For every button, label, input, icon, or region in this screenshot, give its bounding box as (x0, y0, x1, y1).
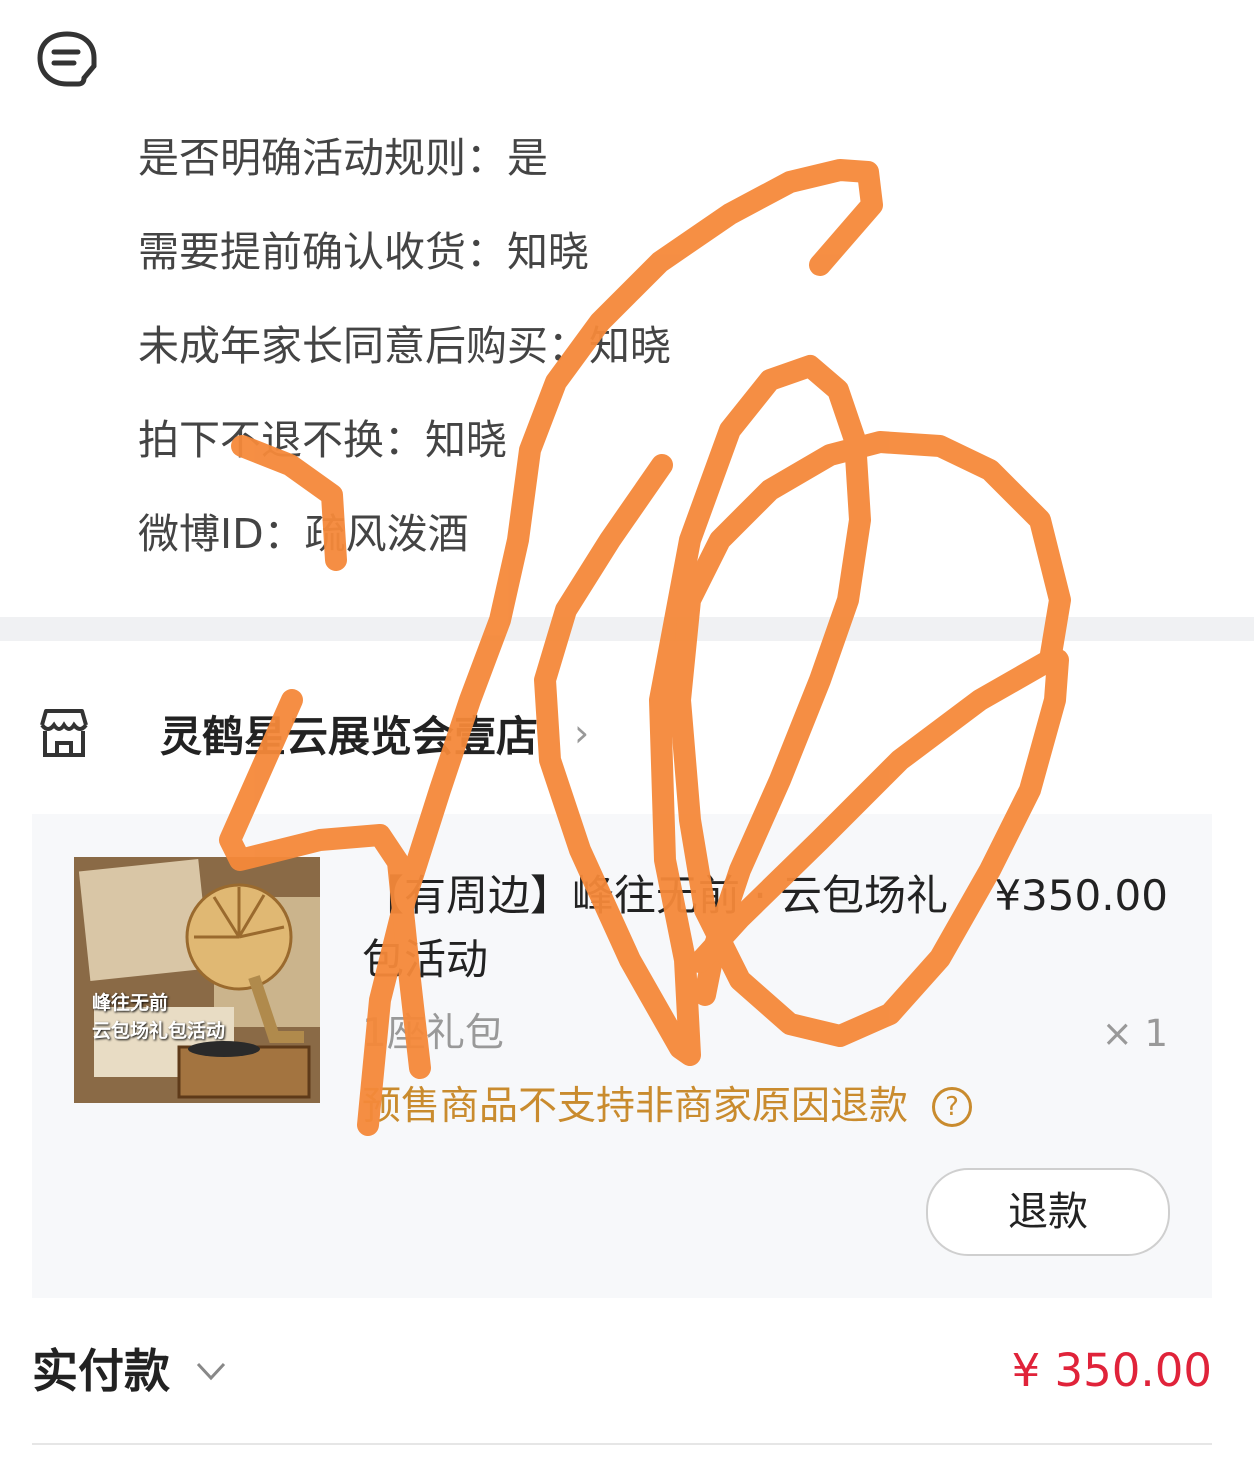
gramophone-image (74, 857, 320, 1103)
refund-policy-text: 预售商品不支持非商家原因退款 (362, 1084, 909, 1129)
product-price: ¥350.00 (994, 871, 1168, 920)
shop-icon (40, 709, 88, 757)
shop-header[interactable]: 灵鹤星云展览会壹店 › (36, 700, 589, 766)
chevron-down-icon[interactable] (192, 1352, 230, 1390)
info-row-no-return: 拍下不退不换：知晓 (138, 416, 507, 464)
refund-policy-note[interactable]: 预售商品不支持非商家原因退款 ? (362, 1079, 973, 1135)
shop-name[interactable]: 灵鹤星云展览会壹店 (160, 703, 538, 764)
info-row-rules: 是否明确活动规则：是 (138, 134, 548, 182)
refund-button[interactable]: 退款 (926, 1168, 1170, 1256)
product-spec: 1座礼包 (362, 1011, 504, 1056)
paid-amount-value: ¥ 350.00 (1011, 1344, 1212, 1397)
thumbnail-title: 峰往无前 云包场礼包活动 (92, 992, 226, 1042)
product-quantity: × 1 (1101, 1012, 1168, 1055)
info-row-weibo-id: 微博ID：疏风泼酒 (138, 510, 469, 558)
order-item-card[interactable]: 峰往无前 云包场礼包活动 【有周边】峰往无前 · 云包场礼包活动 ¥350.00 … (32, 814, 1212, 1298)
help-icon[interactable]: ? (932, 1087, 973, 1127)
section-divider (0, 617, 1254, 641)
chevron-right-icon: › (574, 711, 590, 755)
notes-icon (37, 31, 97, 87)
product-title[interactable]: 【有周边】峰往无前 · 云包场礼包活动 (362, 864, 982, 992)
product-thumbnail[interactable]: 峰往无前 云包场礼包活动 (74, 857, 320, 1103)
bottom-divider (32, 1443, 1212, 1445)
info-row-confirm-receipt: 需要提前确认收货：知晓 (138, 228, 589, 276)
order-info-list: 是否明确活动规则：是 需要提前确认收货：知晓 未成年家长同意后购买：知晓 拍下不… (138, 128, 671, 598)
info-row-minor-consent: 未成年家长同意后购买：知晓 (138, 322, 671, 370)
payment-summary[interactable]: 实付款 ¥ 350.00 (32, 1334, 1212, 1408)
paid-amount-label: 实付款 (32, 1344, 170, 1398)
